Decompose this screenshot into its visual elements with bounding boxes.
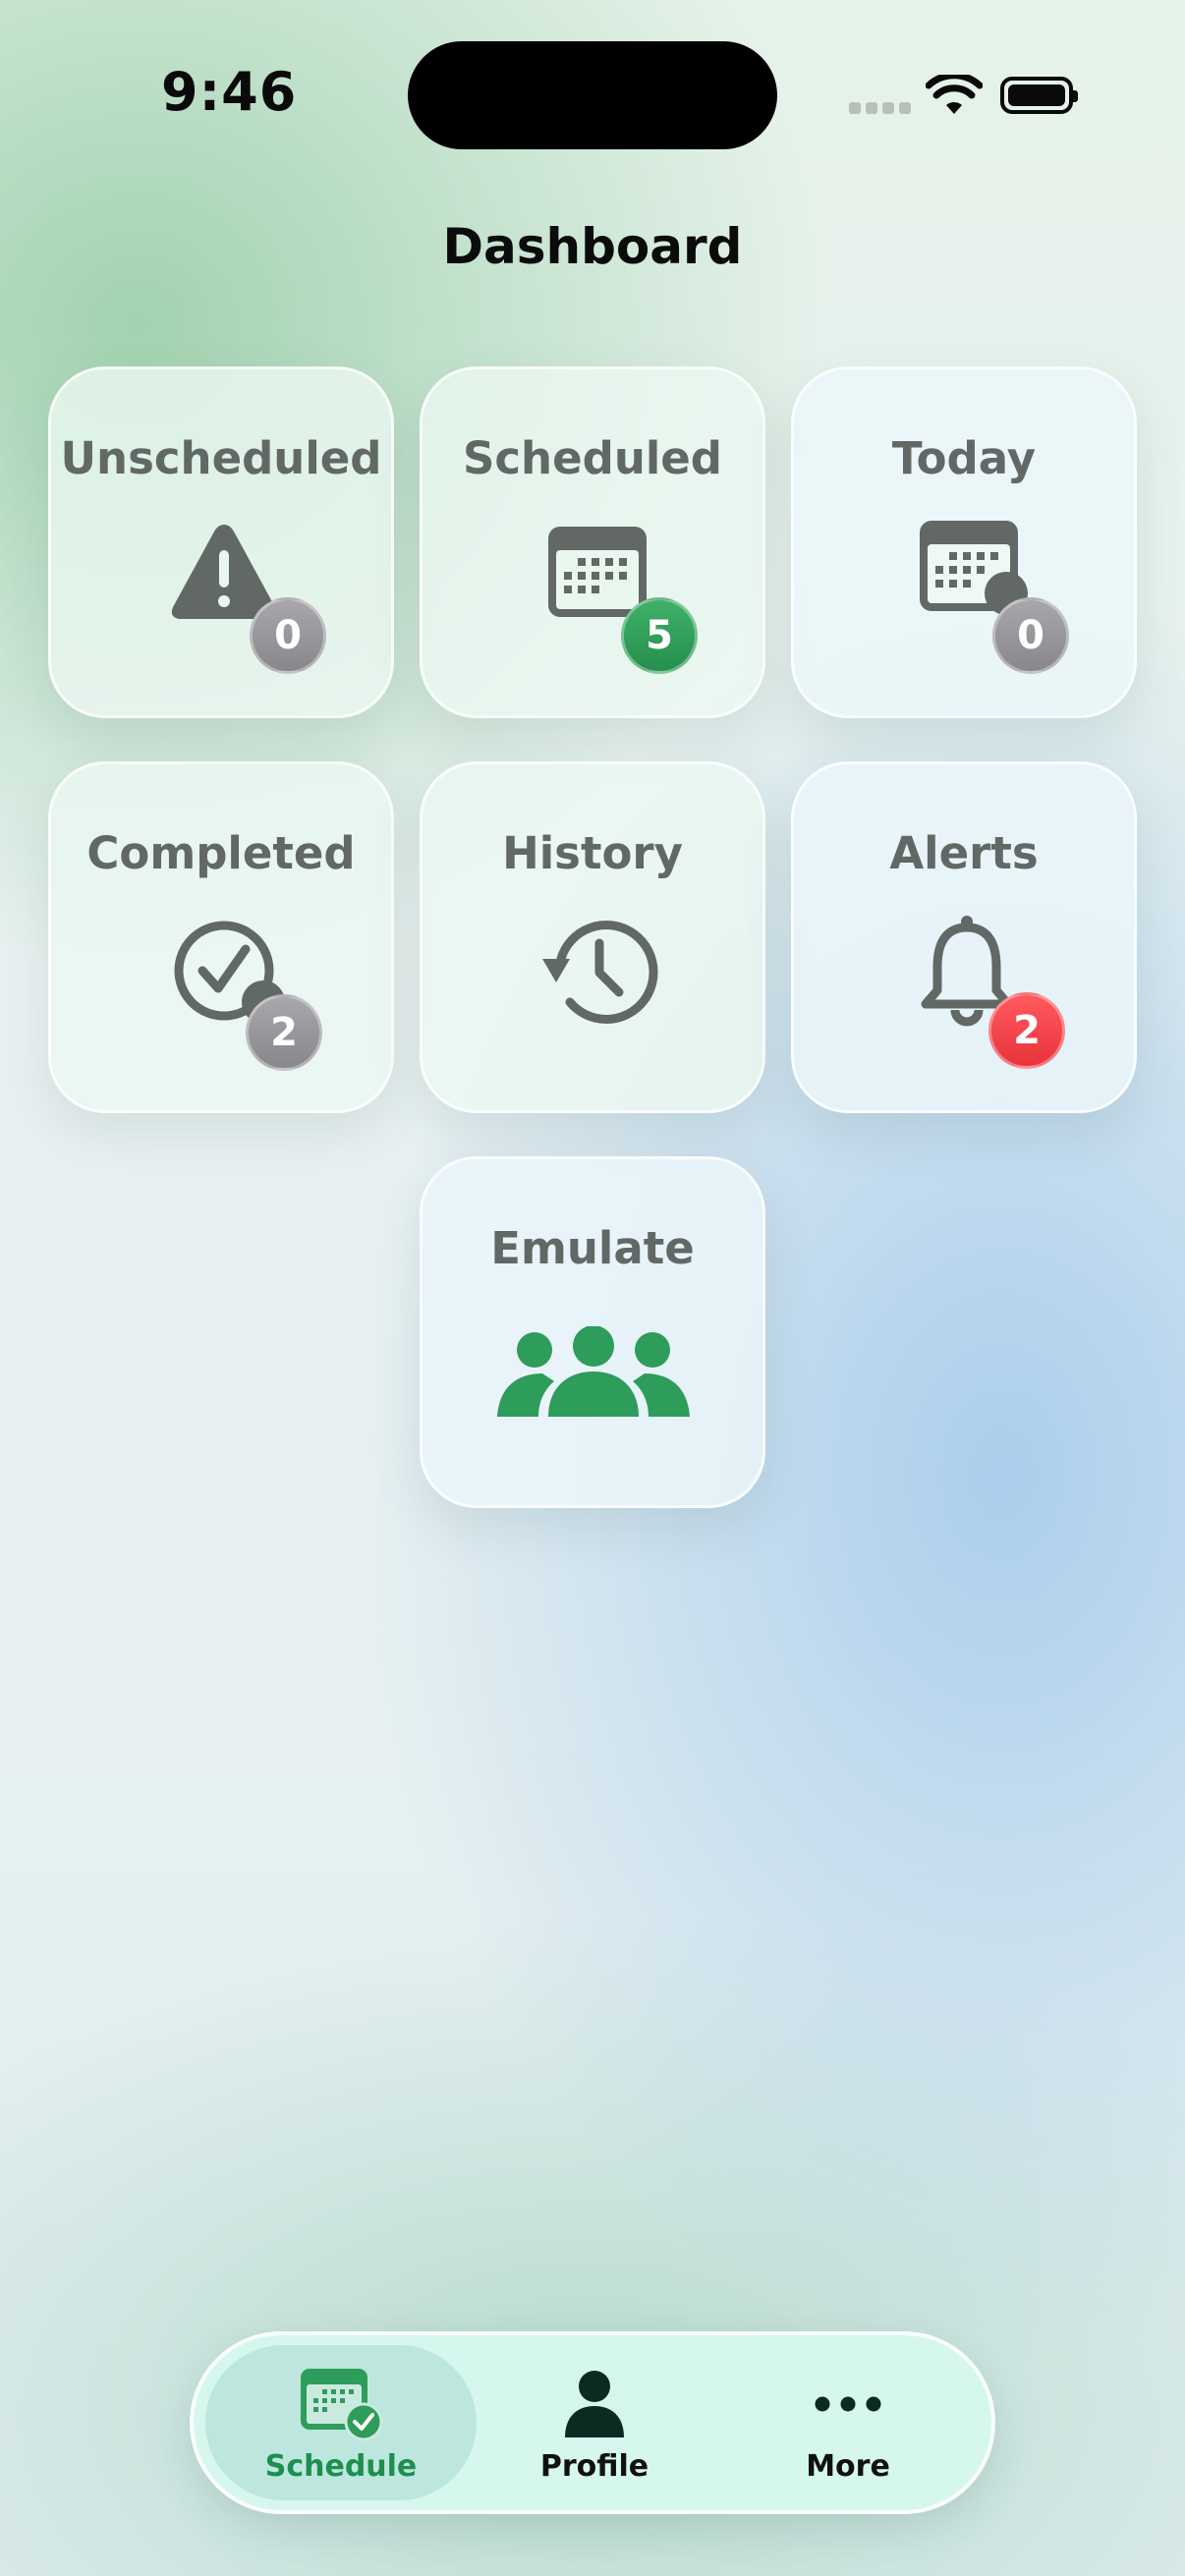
scheduled-count-badge: 5 bbox=[621, 597, 698, 674]
tab-profile[interactable]: Profile bbox=[459, 2345, 730, 2500]
today-count-badge: 0 bbox=[992, 597, 1069, 674]
battery-icon bbox=[1000, 77, 1078, 114]
tile-unscheduled[interactable]: Unscheduled 0 bbox=[48, 366, 394, 718]
tab-label: Schedule bbox=[264, 2449, 418, 2484]
wifi-icon bbox=[926, 75, 983, 114]
tab-label: More bbox=[806, 2449, 890, 2484]
unscheduled-count-badge: 0 bbox=[250, 597, 326, 674]
tile-label: History bbox=[502, 827, 683, 879]
tile-scheduled[interactable]: Scheduled 5 bbox=[420, 366, 765, 718]
dynamic-island bbox=[408, 41, 777, 149]
tile-label: Scheduled bbox=[462, 432, 723, 484]
tile-history[interactable]: History bbox=[420, 761, 765, 1113]
tile-emulate[interactable]: Emulate bbox=[420, 1156, 765, 1508]
status-time: 9:46 bbox=[161, 61, 298, 123]
tile-completed[interactable]: Completed 2 bbox=[48, 761, 394, 1113]
person-icon bbox=[565, 2371, 624, 2437]
tile-label: Unscheduled bbox=[60, 432, 382, 484]
tab-label: Profile bbox=[539, 2449, 649, 2484]
history-clock-icon bbox=[542, 921, 658, 1024]
page-title: Dashboard bbox=[442, 218, 743, 275]
tab-schedule[interactable]: Schedule bbox=[205, 2345, 477, 2500]
tile-label: Emulate bbox=[490, 1222, 695, 1274]
tab-more[interactable]: More bbox=[712, 2345, 984, 2500]
cellular-signal-icon bbox=[849, 102, 911, 114]
tile-today[interactable]: Today 0 bbox=[791, 366, 1137, 718]
alerts-count-badge: 2 bbox=[988, 992, 1065, 1069]
tile-alerts[interactable]: Alerts 2 bbox=[791, 761, 1137, 1113]
tile-label: Completed bbox=[86, 827, 356, 879]
completed-count-badge: 2 bbox=[246, 994, 322, 1071]
calendar-check-icon bbox=[301, 2369, 383, 2441]
ellipsis-icon bbox=[815, 2396, 881, 2412]
people-group-icon bbox=[497, 1326, 690, 1417]
tab-bar: Schedule Profile More bbox=[190, 2331, 995, 2514]
tile-label: Today bbox=[891, 432, 1037, 484]
tile-label: Alerts bbox=[889, 827, 1039, 879]
